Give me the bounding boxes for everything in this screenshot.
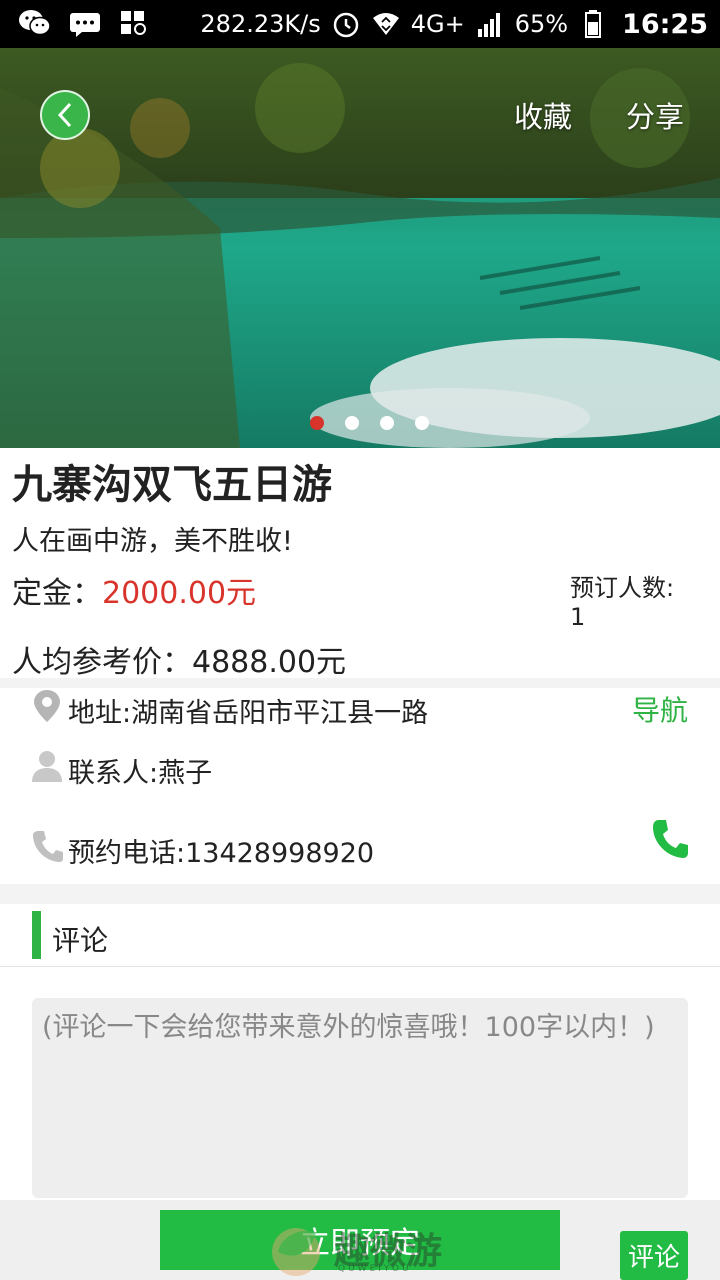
phone-icon bbox=[33, 831, 63, 862]
reference-price: 人均参考价：4888.00元 bbox=[12, 637, 346, 681]
bottom-bar: 立即预定 评论 bbox=[0, 1200, 720, 1280]
tour-title: 九寨沟双飞五日游 bbox=[12, 462, 332, 508]
submit-comment-button[interactable]: 评论 bbox=[620, 1231, 688, 1280]
address-row: 地址:湖南省岳阳市平江县一路 导航 bbox=[0, 678, 720, 738]
app-update-icon bbox=[121, 11, 146, 35]
booking-count-label: 预订人数: bbox=[570, 574, 675, 602]
person-icon bbox=[32, 751, 62, 782]
booking-count-value: 1 bbox=[570, 603, 586, 631]
comments-title: 评论 bbox=[52, 924, 109, 957]
chevron-left-icon bbox=[57, 102, 72, 128]
wifi-icon bbox=[372, 13, 399, 35]
call-button[interactable] bbox=[650, 818, 690, 862]
message-icon bbox=[70, 13, 100, 37]
address-text: 地址:湖南省岳阳市平江县一路 bbox=[68, 698, 429, 729]
favorite-button[interactable]: 收藏 bbox=[514, 94, 572, 136]
phone-row: 预约电话:13428998920 bbox=[0, 818, 720, 878]
clock: 16:25 bbox=[622, 8, 708, 40]
phone-text: 预约电话:13428998920 bbox=[68, 838, 375, 869]
comments-header: 评论 bbox=[0, 905, 720, 967]
deposit-value: 2000.00元 bbox=[102, 576, 257, 611]
section-divider bbox=[0, 884, 720, 904]
tour-slogan: 人在画中游，美不胜收! bbox=[12, 526, 293, 557]
scenic-lake-image bbox=[0, 48, 720, 448]
back-button[interactable] bbox=[40, 90, 90, 140]
network-speed: 282.23K/s bbox=[200, 10, 321, 38]
contact-person-text: 联系人:燕子 bbox=[68, 758, 213, 789]
comment-input[interactable] bbox=[32, 998, 688, 1198]
location-pin-icon bbox=[34, 690, 60, 722]
carousel-dot[interactable] bbox=[415, 416, 429, 430]
booking-count: 预订人数: 1 bbox=[570, 574, 710, 632]
network-type: 4G+ bbox=[410, 10, 465, 38]
ref-price-value: 4888.00元 bbox=[192, 645, 347, 680]
deposit-label: 定金： bbox=[12, 576, 102, 611]
book-now-button[interactable]: 立即预定 bbox=[160, 1210, 560, 1270]
carousel-dot[interactable] bbox=[310, 416, 324, 430]
navigate-link[interactable]: 导航 bbox=[632, 689, 688, 729]
wechat-icon bbox=[19, 10, 51, 36]
hero-carousel[interactable]: 收藏 分享 bbox=[0, 48, 720, 448]
share-button[interactable]: 分享 bbox=[626, 94, 684, 136]
section-accent-bar bbox=[32, 911, 41, 959]
contact-person-row: 联系人:燕子 bbox=[0, 738, 720, 798]
ref-price-label: 人均参考价： bbox=[12, 645, 192, 680]
status-bar: 282.23K/s 4G+ 65% 16:25 bbox=[0, 0, 720, 48]
alarm-icon bbox=[333, 12, 358, 38]
deposit: 定金：2000.00元 bbox=[12, 568, 256, 612]
signal-icon bbox=[477, 13, 500, 37]
battery-percent: 65% bbox=[514, 10, 569, 38]
carousel-dot[interactable] bbox=[345, 416, 359, 430]
carousel-indicator bbox=[310, 416, 429, 430]
carousel-dot[interactable] bbox=[380, 416, 394, 430]
battery-icon bbox=[585, 10, 602, 38]
